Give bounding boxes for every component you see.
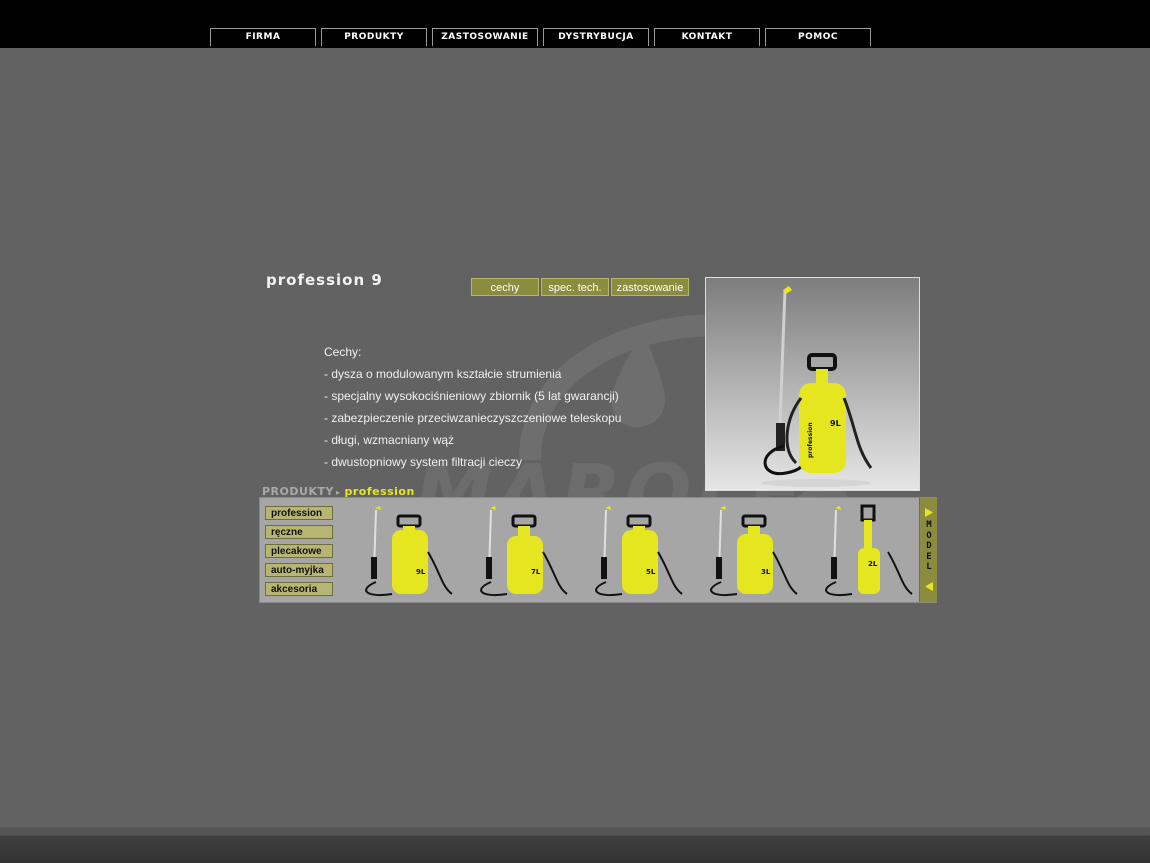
nav-firma[interactable]: FIRMA (210, 28, 316, 46)
nav-kontakt[interactable]: KONTAKT (654, 28, 760, 46)
category-akcesoria[interactable]: akcesoria (265, 582, 333, 596)
breadcrumb-arrow-icon: ▸ (335, 488, 341, 497)
model-label: MODEL (926, 520, 932, 572)
product-photo: 9L profession (705, 277, 920, 491)
sprayer-thumb-image: 7L (480, 506, 568, 596)
nav-pomoc[interactable]: POMOC (765, 28, 871, 46)
photo-brand: profession (807, 422, 814, 458)
feature-item: - specjalny wysokociśnieniowy zbiornik (… (324, 389, 619, 403)
category-reczne[interactable]: ręczne (265, 525, 333, 539)
model-thumbnail[interactable]: 3L (697, 502, 805, 600)
tab-zastosowanie[interactable]: zastosowanie (611, 278, 689, 296)
model-badge: 3L (761, 568, 771, 576)
model-badge: 7L (531, 568, 541, 576)
feature-item: - zabezpieczenie przeciwzanieczyszczenio… (324, 411, 622, 425)
category-plecakowe[interactable]: plecakowe (265, 544, 333, 558)
sprayer-thumb-image: 5L (595, 506, 683, 596)
nav-produkty[interactable]: PRODUKTY (321, 28, 427, 46)
scroll-down-icon[interactable] (925, 582, 933, 591)
model-badge: 2L (868, 560, 878, 568)
main-nav: FIRMA PRODUKTY ZASTOSOWANIE DYSTRYBUCJA … (210, 28, 876, 47)
feature-heading: Cechy: (324, 345, 362, 359)
category-menu: profession ręczne plecakowe auto-myjka a… (265, 506, 333, 601)
model-list: 9L 7L 5L 3L 2L (352, 502, 920, 600)
footer-band (0, 827, 1150, 863)
feature-item: - dysza o modulowanym kształcie strumien… (324, 367, 562, 381)
sprayer-thumb-image: 2L (825, 504, 913, 596)
category-auto-myjka[interactable]: auto-myjka (265, 563, 333, 577)
tab-cechy[interactable]: cechy (471, 278, 539, 296)
model-thumbnail[interactable]: 2L (812, 502, 920, 600)
scroll-up-icon[interactable] (925, 508, 933, 517)
product-title: profession 9 (266, 271, 383, 289)
feature-item: - dwustopniowy system filtracji cieczy (324, 455, 523, 469)
sprayer-thumb-image: 9L (365, 506, 453, 596)
sprayer-image: 9L profession (761, 286, 873, 487)
product-strip: profession ręczne plecakowe auto-myjka a… (259, 497, 937, 603)
feature-item: - długi, wzmacniany wąż (324, 433, 455, 447)
tab-spec-tech[interactable]: spec. tech. (541, 278, 609, 296)
model-thumbnail[interactable]: 7L (467, 502, 575, 600)
model-thumbnail[interactable]: 9L (352, 502, 460, 600)
photo-badge: 9L (830, 419, 841, 428)
product-tabs: cechy spec. tech. zastosowanie (471, 278, 691, 296)
model-thumbnail[interactable]: 5L (582, 502, 690, 600)
model-badge: 5L (646, 568, 656, 576)
nav-dystrybucja[interactable]: DYSTRYBUCJA (543, 28, 649, 46)
sprayer-thumb-image: 3L (710, 506, 798, 596)
model-badge: 9L (416, 568, 426, 576)
model-scroller: MODEL (919, 498, 937, 602)
nav-zastosowanie[interactable]: ZASTOSOWANIE (432, 28, 538, 46)
category-profession[interactable]: profession (265, 506, 333, 520)
feature-list: Cechy: - dysza o modulowanym kształcie s… (324, 342, 621, 474)
